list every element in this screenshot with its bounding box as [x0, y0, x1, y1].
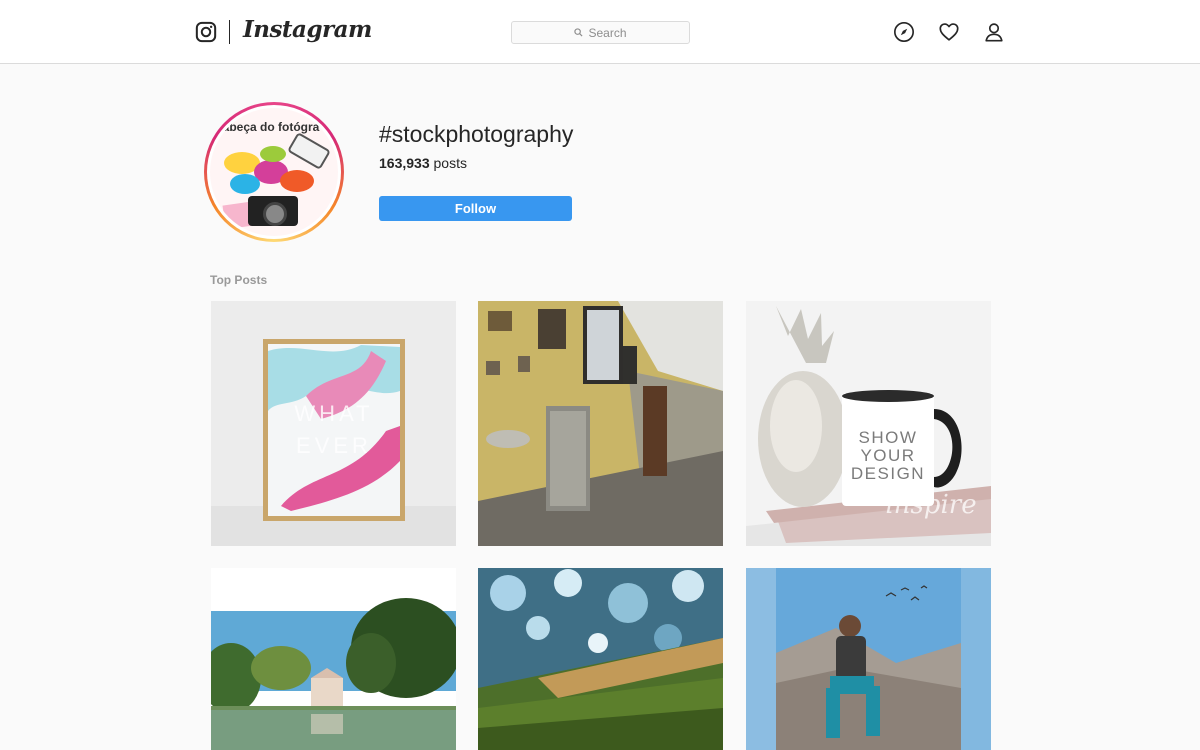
search-input[interactable]: Search: [511, 21, 690, 44]
avatar-title: cabeça do fotógra: [216, 120, 320, 134]
avatar-image: cabeça do fotógra: [210, 108, 338, 236]
post-count-value: 163,933: [379, 155, 430, 171]
top-posts-label: Top Posts: [210, 273, 268, 287]
logo-divider: [229, 20, 230, 44]
camera-icon: [248, 196, 298, 226]
post-tile-alley[interactable]: [478, 301, 723, 546]
post-tile-poster[interactable]: WHAT EVER: [211, 301, 456, 546]
hashtag-title: #stockphotography: [379, 121, 574, 147]
mug-text-line3: DESIGN: [851, 464, 925, 483]
mug-text-line2: YOUR: [860, 446, 915, 465]
mug-watermark: inspire: [885, 490, 976, 520]
mug-text-line1: SHOW: [859, 428, 918, 447]
compass-icon[interactable]: [893, 21, 915, 43]
search-placeholder: Search: [588, 25, 627, 40]
follow-button[interactable]: Follow: [379, 196, 572, 221]
search-icon: [574, 26, 583, 40]
post-tile-lake[interactable]: [211, 568, 456, 750]
post-tile-grass[interactable]: [478, 568, 723, 750]
instagram-glyph-icon[interactable]: [195, 21, 217, 43]
instagram-wordmark[interactable]: Instagram: [243, 16, 372, 43]
hashtag-avatar: cabeça do fotógra: [204, 102, 344, 242]
top-nav: Instagram Search: [0, 0, 1200, 64]
post-count: 163,933 posts: [379, 155, 467, 171]
heart-icon[interactable]: [938, 21, 960, 43]
phone-icon: [287, 131, 331, 171]
user-icon[interactable]: [983, 21, 1005, 43]
post-count-suffix: posts: [429, 155, 467, 171]
post-tile-portrait[interactable]: [746, 568, 991, 750]
poster-text-top: WHAT: [294, 401, 373, 426]
poster-text-bottom: EVER: [296, 433, 372, 458]
post-tile-mug[interactable]: SHOW YOUR DESIGN inspire: [746, 301, 991, 546]
